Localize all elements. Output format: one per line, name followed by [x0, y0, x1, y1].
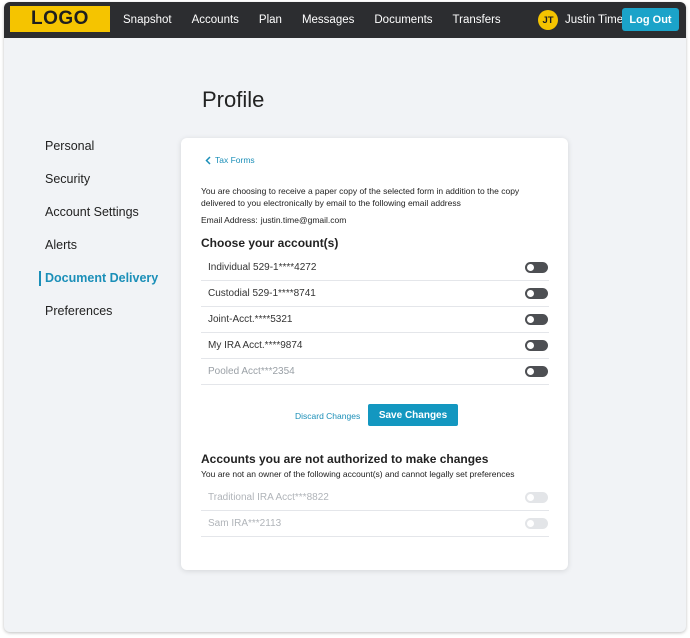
account-toggle-disabled [525, 492, 548, 503]
discard-changes-link[interactable]: Discard Changes [295, 411, 360, 421]
user-menu[interactable]: JT Justin Time [538, 9, 623, 31]
logout-button[interactable]: Log Out [622, 8, 679, 31]
back-link[interactable]: Tax Forms [205, 155, 255, 165]
main-nav: Snapshot Accounts Plan Messages Document… [123, 2, 521, 38]
toggle-knob [527, 264, 534, 271]
unauthorized-accounts-title: Accounts you are not authorized to make … [201, 452, 489, 466]
account-toggle[interactable] [525, 366, 548, 377]
account-label: Custodial 529-1****8741 [208, 288, 316, 299]
sidebar-item-personal[interactable]: Personal [39, 139, 158, 172]
toggle-knob [527, 494, 534, 501]
email-label: Email Address: [201, 215, 258, 225]
toggle-knob [527, 520, 534, 527]
account-row: Individual 529-1****4272 [201, 255, 549, 281]
toggle-knob [527, 342, 534, 349]
account-label: Joint-Acct.****5321 [208, 314, 293, 325]
app-frame: LOGO Snapshot Accounts Plan Messages Doc… [4, 2, 686, 632]
sidebar-item-document-delivery[interactable]: Document Delivery [39, 271, 158, 304]
account-toggle-disabled [525, 518, 548, 529]
account-label: Traditional IRA Acct***8822 [208, 492, 329, 503]
nav-item-messages[interactable]: Messages [302, 14, 354, 26]
avatar: JT [538, 10, 558, 30]
account-label: Sam IRA***2113 [208, 518, 282, 529]
account-row: Pooled Acct***2354 [201, 359, 549, 385]
chevron-left-icon [205, 155, 211, 165]
unauthorized-account-list: Traditional IRA Acct***8822 Sam IRA***21… [201, 485, 549, 537]
nav-item-transfers[interactable]: Transfers [453, 14, 501, 26]
account-list: Individual 529-1****4272 Custodial 529-1… [201, 255, 549, 385]
account-row: Sam IRA***2113 [201, 511, 549, 537]
account-label: My IRA Acct.****9874 [208, 340, 303, 351]
account-row: Custodial 529-1****8741 [201, 281, 549, 307]
email-address: Email Address: justin.time@gmail.com [201, 215, 346, 225]
account-label: Individual 529-1****4272 [208, 262, 317, 273]
account-toggle[interactable] [525, 340, 548, 351]
sidebar-item-alerts[interactable]: Alerts [39, 238, 158, 271]
save-changes-button[interactable]: Save Changes [368, 404, 458, 426]
toggle-knob [527, 290, 534, 297]
email-value: justin.time@gmail.com [260, 215, 347, 225]
toggle-knob [527, 368, 534, 375]
unauthorized-accounts-subtitle: You are not an owner of the following ac… [201, 469, 515, 479]
account-row: Joint-Acct.****5321 [201, 307, 549, 333]
sidebar-item-preferences[interactable]: Preferences [39, 304, 158, 337]
nav-item-accounts[interactable]: Accounts [192, 14, 239, 26]
logo: LOGO [10, 6, 110, 32]
account-row: Traditional IRA Acct***8822 [201, 485, 549, 511]
nav-item-documents[interactable]: Documents [374, 14, 432, 26]
user-name: Justin Time [565, 14, 624, 26]
toggle-knob [527, 316, 534, 323]
document-delivery-card: Tax Forms You are choosing to receive a … [181, 138, 568, 570]
page-title: Profile [202, 87, 265, 112]
account-row: My IRA Acct.****9874 [201, 333, 549, 359]
profile-sidebar: Personal Security Account Settings Alert… [39, 139, 158, 337]
sidebar-item-security[interactable]: Security [39, 172, 158, 205]
account-label: Pooled Acct***2354 [208, 366, 295, 377]
nav-item-snapshot[interactable]: Snapshot [123, 14, 172, 26]
account-toggle[interactable] [525, 314, 548, 325]
back-link-label: Tax Forms [215, 155, 255, 165]
delivery-description: You are choosing to receive a paper copy… [201, 186, 520, 208]
sidebar-item-account-settings[interactable]: Account Settings [39, 205, 158, 238]
account-toggle[interactable] [525, 288, 548, 299]
top-navigation-bar: LOGO Snapshot Accounts Plan Messages Doc… [4, 2, 686, 38]
choose-accounts-title: Choose your account(s) [201, 236, 339, 250]
account-toggle[interactable] [525, 262, 548, 273]
nav-item-plan[interactable]: Plan [259, 14, 282, 26]
